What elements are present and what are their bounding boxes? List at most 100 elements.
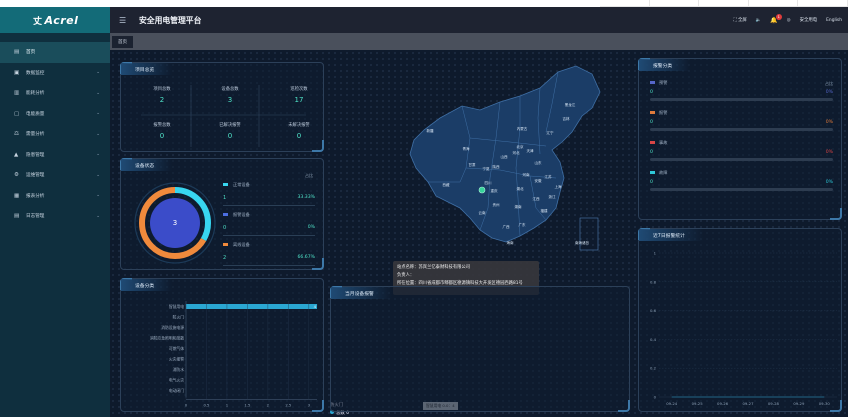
legend-label: 离线设备	[233, 242, 250, 247]
user-name[interactable]: 安全用电	[800, 17, 818, 23]
power-quality-icon: ▢	[14, 110, 20, 117]
legend-pct: 0%	[825, 180, 833, 185]
sidebar-item-label: 需量分析	[26, 132, 45, 138]
bar-x-tick: 0.5	[203, 403, 210, 408]
line-y-tick: 0	[654, 395, 657, 400]
sidebar-item-8[interactable]: ▤ 日志管理 ⌄	[0, 206, 110, 227]
bar-category-label: 电气火灾	[169, 378, 184, 383]
sidebar-item-label: 隐患管理	[26, 152, 45, 158]
legend-swatch	[223, 213, 228, 216]
sidebar-item-label: 电能质量	[26, 111, 45, 117]
bar-x-tick: 1	[226, 403, 229, 408]
legend-pct: 0%	[307, 225, 315, 230]
line-y-tick: 0.4	[650, 337, 657, 342]
bar-x-tick: 2.5	[285, 403, 292, 408]
sidebar: 丈 Acrel ▤ 首页 ▣ 数据监控 ⌄ ▥ 能耗分析 ⌄ ▢ 电能质量 ⌄ ⚖ 需量分析 ⌄ ▲ 隐患管理…	[0, 7, 110, 417]
legend-count: 0	[650, 120, 653, 125]
donut-center-value: 3	[173, 219, 177, 227]
province-label: 南海诸岛	[575, 240, 589, 245]
bar-x-tick: 3	[308, 403, 311, 408]
gear-icon: ⚙	[14, 172, 19, 179]
fullscreen-button[interactable]: ⛶ 全屏	[733, 17, 746, 23]
volume-icon[interactable]: 🔈	[756, 18, 761, 23]
sidebar-item-3[interactable]: ▢ 电能质量 ⌄	[0, 104, 110, 125]
tab-home[interactable]: 首页	[112, 36, 133, 48]
province-label: 云南	[479, 210, 487, 215]
province-label: 宁夏	[483, 166, 491, 171]
stat-alarm-unresolved: 未解决报警 0	[288, 123, 310, 140]
menu-toggle-icon[interactable]: ☰	[119, 16, 133, 25]
progress-track	[650, 158, 833, 161]
stat-inspection-count: 巡检次数 17	[290, 87, 308, 104]
bar-chart-icon: ▥	[14, 90, 20, 97]
stat-project-total: 项目总数 2	[153, 87, 171, 104]
province-label: 广西	[503, 224, 511, 229]
province-label: 陕西	[493, 164, 501, 169]
tab-bar: 首页	[110, 33, 848, 50]
province-label: 吉林	[563, 116, 571, 121]
sidebar-item-4[interactable]: ⚖ 需量分析 ⌄	[0, 124, 110, 145]
province-label: 新疆	[427, 128, 435, 133]
notification-badge: 1	[775, 13, 782, 20]
bar-x-tick: 2	[267, 403, 270, 408]
sidebar-item-5[interactable]: ▲ 隐患管理 ⌄	[0, 145, 110, 166]
province-label: 甘肃	[469, 162, 477, 167]
sidebar-item-label: 报表分析	[26, 193, 45, 199]
language-switch[interactable]: English	[826, 18, 842, 23]
sidebar-item-6[interactable]: ⚙ 运维管理 ⌄	[0, 165, 110, 186]
province-label: 安徽	[535, 178, 543, 183]
bell-icon[interactable]: 🔔 1	[770, 13, 782, 24]
legend-label: 报警设备	[233, 212, 250, 217]
bar-category-label: 火灾报警	[169, 357, 184, 362]
top-header: ☰ 安全用电管理平台 ⛶ 全屏 🔈 🔔 1 ◎ 安全用电 English	[110, 7, 848, 33]
legend-pct: 0%	[825, 120, 833, 125]
province-label: 天津	[527, 148, 535, 153]
legend-swatch	[223, 243, 228, 246]
bar[interactable]	[186, 304, 317, 309]
south-china-sea-inset	[579, 217, 599, 251]
legend-count: 0	[650, 180, 653, 185]
logo-text: Acrel	[44, 13, 79, 27]
seven-day-alarm-panel: 近7日报警统计 0 0.2 0.4 0.6 0.8 1 09-24 09-25 09-26 09-…	[638, 228, 842, 412]
stat-device-total: 设备总数 3	[221, 87, 239, 104]
legend-label: 事故	[659, 140, 668, 145]
legend-swatch	[650, 111, 655, 114]
legend-count: 1	[223, 195, 227, 201]
china-map[interactable]: 黑龙江吉林辽宁 内蒙古北京天津 河北山西陕西宁夏 甘肃 青海 新疆西藏 四川重庆贵州云南广西…	[370, 58, 632, 272]
line-x-tick: 09-29	[793, 401, 805, 406]
province-label: 上海	[555, 184, 563, 189]
progress-track	[650, 98, 833, 101]
legend-divider	[223, 265, 315, 266]
demand-icon: ⚖	[14, 131, 19, 138]
line-x-tick: 09-27	[742, 401, 754, 406]
province-label: 西藏	[443, 182, 451, 187]
project-overview-panel: 项目总览 项目总数 2 设备总数 3 巡检次数 17 报警总数 0 已解决报警 0 未解决…	[120, 62, 324, 152]
logo: 丈 Acrel	[0, 7, 110, 33]
line-y-tick: 0.2	[650, 366, 657, 371]
province-label: 辽宁	[547, 130, 555, 135]
sidebar-item-label: 数据监控	[26, 70, 45, 76]
province-label: 山东	[535, 160, 543, 165]
legend-count: 2	[223, 255, 227, 261]
site-marker[interactable]	[478, 186, 486, 194]
province-label: 海南	[507, 240, 515, 245]
legend-label: 故障	[659, 170, 668, 175]
device-status-donut: 3	[134, 182, 216, 264]
province-label: 湖北	[517, 186, 525, 191]
panel-title: 设备状态	[121, 159, 173, 171]
legend-label: 预警	[659, 80, 668, 85]
province-label: 浙江	[549, 194, 557, 199]
province-label: 青海	[463, 146, 471, 151]
province-label: 福建	[541, 208, 549, 213]
bar-category-label: 智慧用电	[169, 304, 184, 309]
sidebar-item-7[interactable]: ▦ 报表分析 ⌄	[0, 186, 110, 207]
sidebar-item-0[interactable]: ▤ 首页	[0, 42, 110, 63]
seven-day-alarm-chart: 0 0.2 0.4 0.6 0.8 1 09-24 09-25 09-26 09-27 09-28 0…	[650, 251, 837, 406]
user-icon[interactable]: ◎	[787, 18, 791, 23]
legend-swatch	[223, 183, 228, 186]
progress-track	[650, 128, 833, 131]
sidebar-item-2[interactable]: ▥ 能耗分析 ⌄	[0, 83, 110, 104]
sidebar-item-1[interactable]: ▣ 数据监控 ⌄	[0, 63, 110, 84]
stat-alarm-total: 报警总数 0	[153, 123, 171, 140]
bar-category-label: 可燃气体	[169, 346, 184, 351]
